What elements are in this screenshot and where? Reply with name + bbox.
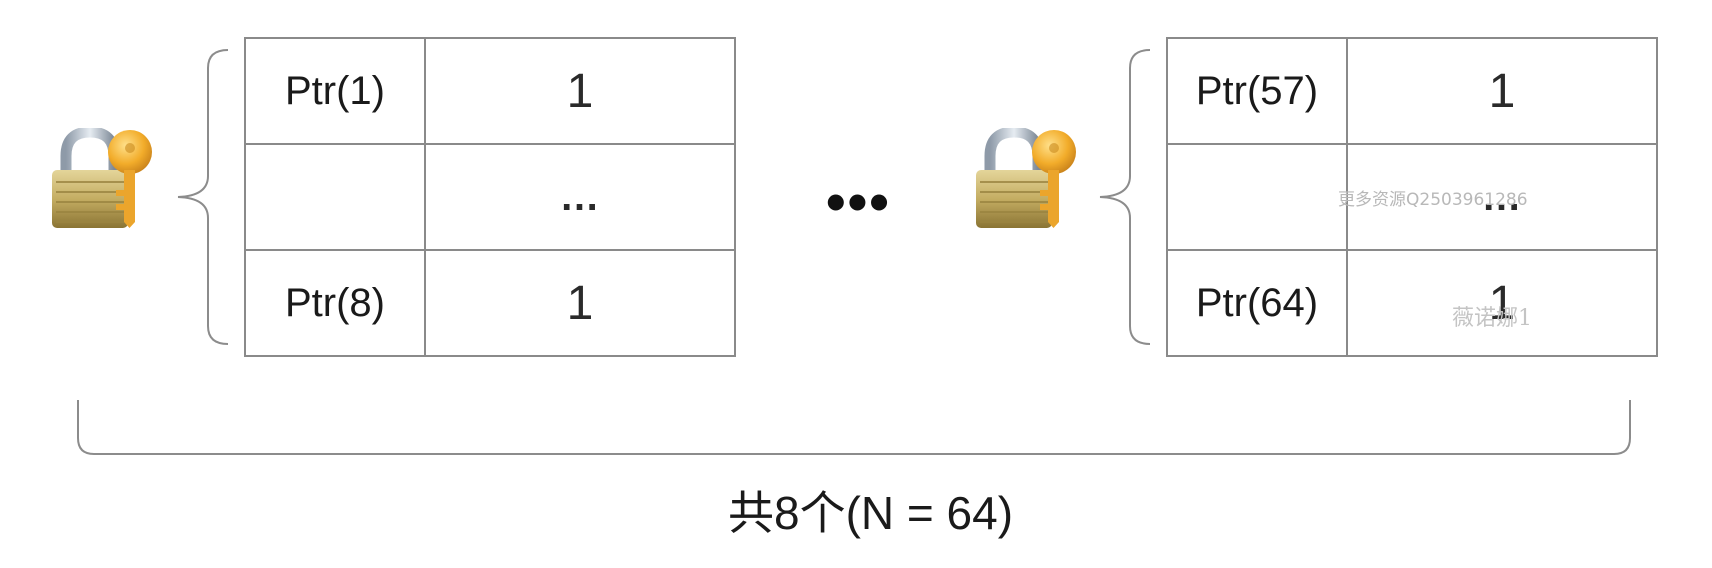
left-brace-1: [177, 49, 229, 345]
table-row: Ptr(64) 1: [1166, 249, 1658, 357]
ptr-cell: Ptr(64): [1166, 249, 1348, 357]
between-shards-ellipsis: •••: [826, 170, 891, 233]
watermark-contact: 更多资源Q2503961286: [1338, 190, 1528, 210]
bottom-brace: [77, 400, 1631, 455]
value-cell: 1: [424, 37, 736, 145]
table-row: Ptr(8) 1: [244, 249, 736, 357]
table-row: Ptr(1) 1: [244, 37, 736, 145]
ptr-cell: [244, 143, 426, 251]
table-row: …: [244, 143, 736, 251]
value-cell: 1: [424, 249, 736, 357]
ellipsis-cell: …: [424, 143, 736, 251]
ptr-cell: [1166, 143, 1348, 251]
ptr-cell: Ptr(8): [244, 249, 426, 357]
ptr-cell: Ptr(1): [244, 37, 426, 145]
left-brace-2: [1099, 49, 1151, 345]
lock-with-key-icon: [976, 128, 1076, 228]
value-cell: 1: [1346, 37, 1658, 145]
ptr-cell: Ptr(57): [1166, 37, 1348, 145]
total-count-caption: 共8个(N = 64): [728, 487, 1014, 539]
watermark-author: 薇诺娜1: [1452, 306, 1532, 331]
lock-with-key-icon: [52, 128, 152, 228]
table-row: Ptr(57) 1: [1166, 37, 1658, 145]
shard-table-1: Ptr(1) 1 … Ptr(8) 1: [244, 37, 736, 357]
